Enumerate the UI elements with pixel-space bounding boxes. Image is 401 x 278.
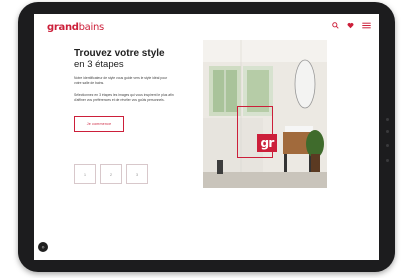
- logo-light: bains: [78, 22, 105, 33]
- menu-icon[interactable]: [362, 22, 371, 29]
- page-subtitle: en 3 étapes: [74, 59, 124, 70]
- logo-bold: grand: [47, 22, 79, 33]
- tablet-screen: grandbains Trouvez votre style en 3 étap…: [34, 14, 379, 260]
- device-sensor: [386, 130, 389, 133]
- search-icon[interactable]: [332, 22, 339, 29]
- step-1[interactable]: 1: [74, 164, 96, 184]
- step-2[interactable]: 2: [100, 164, 122, 184]
- heart-icon[interactable]: [347, 22, 354, 29]
- chat-button[interactable]: ◎: [38, 242, 48, 252]
- bathroom-photo: gr: [203, 40, 327, 188]
- site-header: grandbains: [34, 14, 379, 42]
- brand-logo[interactable]: grandbains: [47, 22, 104, 33]
- step-3[interactable]: 3: [126, 164, 148, 184]
- page-title: Trouvez votre style: [74, 48, 165, 59]
- header-icons: [332, 22, 371, 29]
- instructions-paragraph: Sélectionnez en 3 étapes les images qui …: [74, 93, 174, 102]
- step-indicators: 1 2 3: [74, 164, 148, 184]
- device-sensor: [386, 144, 389, 147]
- start-button[interactable]: Je commence: [74, 116, 124, 132]
- chat-icon: ◎: [41, 245, 45, 249]
- tablet-device: grandbains Trouvez votre style en 3 étap…: [18, 2, 395, 272]
- intro-paragraph: Notre identificateur de style vous guide…: [74, 76, 168, 85]
- device-sensor: [386, 118, 389, 121]
- brand-badge: gr: [257, 134, 277, 152]
- device-sensor: [386, 159, 389, 162]
